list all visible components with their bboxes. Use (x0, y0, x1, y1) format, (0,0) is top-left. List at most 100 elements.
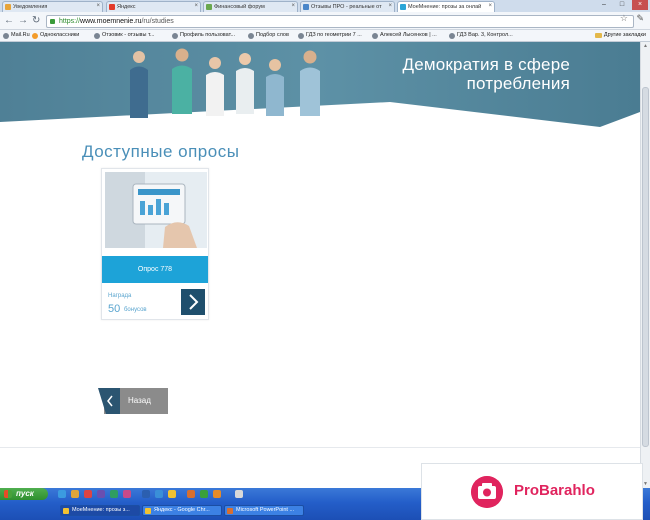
app-icon[interactable] (213, 490, 221, 498)
tab-label: Отзывы ПРО - реальные от (311, 4, 382, 10)
vertical-scrollbar[interactable]: ▲ ▼ (640, 42, 650, 488)
bookmark-label: Отзовик - отзывы т... (102, 32, 155, 38)
site-icon (172, 33, 178, 39)
close-tab-icon[interactable]: × (194, 3, 198, 9)
bookmark-label: Профиль пользоват... (180, 32, 236, 38)
minimize-icon[interactable]: – (596, 0, 612, 10)
close-tab-icon[interactable]: × (96, 3, 100, 9)
tab-otzyvy-pro[interactable]: Отзывы ПРО - реальные от × (300, 1, 395, 12)
windows-logo-icon (4, 490, 12, 498)
bell-icon (5, 4, 11, 10)
bookmark-label: Одноклассники (40, 32, 80, 38)
scroll-up-icon[interactable]: ▲ (642, 43, 649, 49)
tab-strip: Уведомления × Яндекс × Финансовый форум … (0, 0, 650, 12)
folder-icon (594, 33, 602, 38)
bookmark-item[interactable]: ГДЗ по геометрии 7 ... (298, 32, 362, 39)
yandex-icon (109, 4, 115, 10)
camera-icon (471, 476, 503, 508)
survey-button[interactable]: Опрос 778 (102, 256, 208, 283)
site-icon (303, 4, 309, 10)
back-arrow-icon[interactable]: ← (4, 15, 14, 27)
bookmark-item[interactable]: Алексей Лысенков | ... (372, 32, 437, 39)
tab-label: Уведомления (13, 4, 48, 10)
close-tab-icon[interactable]: × (488, 3, 492, 9)
watermark-text: ProBarahlo (514, 482, 595, 499)
chrome-icon (63, 508, 69, 514)
site-icon (248, 33, 254, 39)
other-bookmarks-label: Другие закладки (603, 32, 646, 38)
divider (0, 447, 640, 448)
bookmark-item[interactable]: Подбор слов (248, 32, 289, 39)
folder-icon[interactable] (71, 490, 79, 498)
bookmark-label: Алексей Лысенков | ... (380, 32, 437, 38)
site-icon (449, 33, 455, 39)
taskbar-item[interactable]: Яндекс - Google Chr... (142, 505, 222, 516)
taskbar-item[interactable]: МоеМнение: прозы з... (60, 505, 140, 516)
chrome-icon (145, 508, 151, 514)
bookmark-star-icon[interactable]: ☆ (620, 13, 628, 24)
bookmark-item[interactable]: Отзовик - отзывы т... (94, 32, 155, 39)
survey-card[interactable]: Опрос 778 Награда 50 бонусов (101, 168, 209, 320)
bookmark-label: ГДЗ по геометрии 7 ... (306, 32, 362, 38)
wrench-icon[interactable]: ✎ (636, 13, 644, 24)
address-bar[interactable]: https://www.moemnenie.ru/ru/studies (46, 15, 634, 28)
app-icon[interactable] (235, 490, 243, 498)
survey-image (105, 172, 207, 248)
reward-label: Награда (108, 293, 132, 299)
watermark-logo: ProBarahlo (421, 463, 643, 520)
moemnenie-icon (400, 4, 406, 10)
start-label: пуск (16, 489, 34, 498)
bookmark-item[interactable]: Профиль пользоват... (172, 32, 236, 39)
chrome-icon[interactable] (168, 490, 176, 498)
reload-icon[interactable]: ↻ (32, 15, 40, 27)
maximize-icon[interactable]: □ (614, 0, 630, 10)
powerpoint-icon (227, 508, 233, 514)
reward-unit: бонусов (124, 307, 147, 313)
bookmark-label: Mail.Ru (11, 32, 30, 38)
app-icon[interactable] (155, 490, 163, 498)
tab-notifications[interactable]: Уведомления × (2, 1, 103, 12)
bookmark-item[interactable]: ГДЗ Вар. 3, Контрол... (449, 32, 513, 39)
word-icon[interactable] (142, 490, 150, 498)
browser-toolbar: ← → ↻ https://www.moemnenie.ru/ru/studie… (0, 12, 650, 30)
back-button[interactable]: Назад (98, 388, 168, 414)
site-icon (372, 33, 378, 39)
tab-finance-forum[interactable]: Финансовый форум × (203, 1, 298, 12)
taskbar-item[interactable]: Microsoft PowerPoint ... (224, 505, 304, 516)
scroll-thumb[interactable] (642, 87, 649, 447)
bookmark-label: ГДЗ Вар. 3, Контрол... (457, 32, 513, 38)
site-icon (94, 33, 100, 39)
reward-amount: 50 (108, 303, 121, 315)
ie-icon[interactable] (58, 490, 66, 498)
tab-moemnenie[interactable]: МоеМнение: прозы за онлай × (397, 1, 495, 12)
lock-icon (50, 19, 55, 24)
close-tab-icon[interactable]: × (291, 3, 295, 9)
bookmarks-bar: Mail.Ru Одноклассники Отзовик - отзывы т… (0, 30, 650, 42)
close-window-icon[interactable]: × (632, 0, 648, 10)
taskbar-item-label: Яндекс - Google Chr... (154, 507, 210, 513)
powerpoint-icon[interactable] (187, 490, 195, 498)
chevron-right-icon[interactable] (181, 289, 205, 315)
back-label: Назад (128, 396, 151, 405)
other-bookmarks[interactable]: Другие закладки (594, 32, 646, 38)
page-title: Доступные опросы (82, 142, 240, 161)
app-icon[interactable] (123, 490, 131, 498)
bookmark-label: Подбор слов (256, 32, 289, 38)
tab-label: Финансовый форум (214, 4, 265, 10)
tab-yandex[interactable]: Яндекс × (106, 1, 201, 12)
app-icon[interactable] (110, 490, 118, 498)
forum-icon (206, 4, 212, 10)
banner-title: Демократия в сфере потребления (402, 55, 570, 93)
taskbar-item-label: Microsoft PowerPoint ... (236, 507, 295, 513)
forward-arrow-icon[interactable]: → (18, 15, 28, 27)
taskbar-item-label: МоеМнение: прозы з... (72, 507, 130, 513)
bookmark-item[interactable]: Одноклассники (32, 32, 80, 39)
scroll-down-icon[interactable]: ▼ (642, 481, 649, 487)
app-icon[interactable] (97, 490, 105, 498)
opera-icon[interactable] (84, 490, 92, 498)
url-path: /ru/studies (141, 18, 174, 25)
close-tab-icon[interactable]: × (388, 3, 392, 9)
app-icon[interactable] (200, 490, 208, 498)
start-button[interactable]: пуск (0, 488, 48, 500)
bookmark-item[interactable]: Mail.Ru (3, 32, 30, 39)
